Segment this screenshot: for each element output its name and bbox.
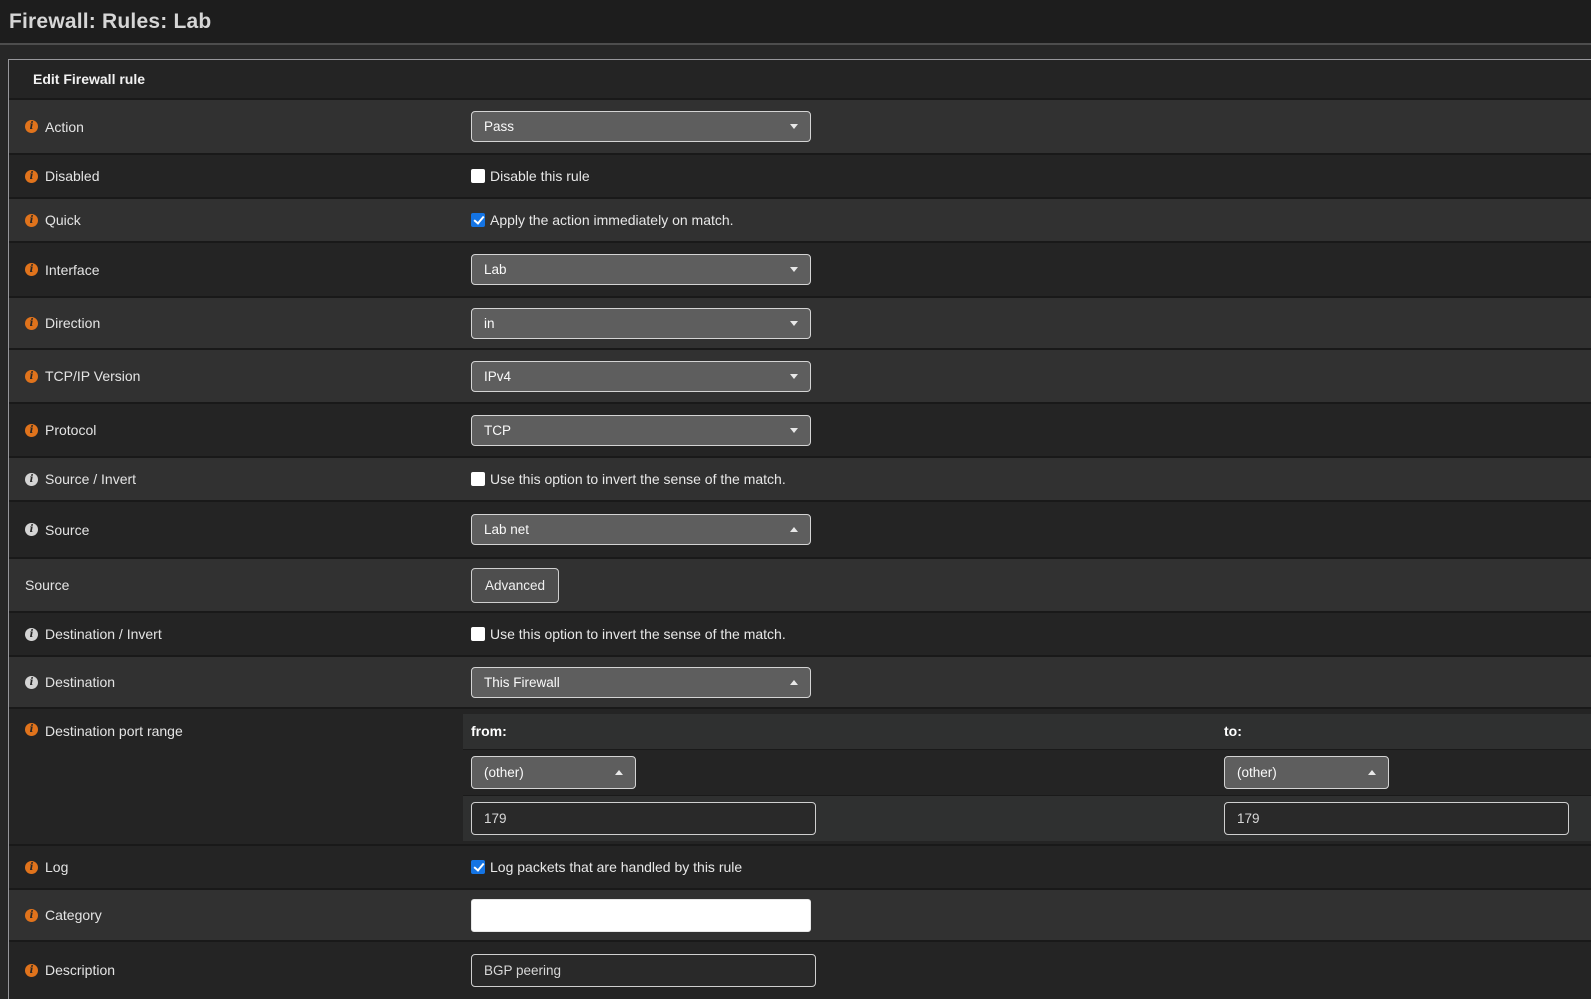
row-source: i Source Lab net (9, 500, 1591, 557)
row-quick: i Quick Apply the action immediately on … (9, 197, 1591, 241)
quick-checkbox[interactable] (471, 213, 485, 227)
destination-select[interactable]: This Firewall (471, 667, 811, 698)
info-icon[interactable]: i (25, 723, 38, 736)
row-label: Destination port range (45, 723, 183, 739)
row-label: Destination / Invert (45, 626, 162, 642)
port-range-table: from: to: (other) (other) (463, 714, 1591, 841)
row-label: Log (45, 859, 68, 875)
info-icon[interactable]: i (25, 424, 38, 437)
checkbox-label: Log packets that are handled by this rul… (490, 859, 742, 875)
row-destination: i Destination This Firewall (9, 655, 1591, 707)
info-icon[interactable]: i (25, 263, 38, 276)
info-icon[interactable]: i (25, 473, 38, 486)
info-icon[interactable]: i (25, 214, 38, 227)
advanced-button[interactable]: Advanced (471, 568, 559, 603)
row-tcpip-version: i TCP/IP Version IPv4 (9, 348, 1591, 402)
page-title: Firewall: Rules: Lab (9, 10, 211, 34)
row-label: Description (45, 962, 115, 978)
destination-invert-checkbox[interactable] (471, 627, 485, 641)
log-checkbox[interactable] (471, 860, 485, 874)
info-icon[interactable]: i (25, 170, 38, 183)
disabled-checkbox[interactable] (471, 169, 485, 183)
tcpip-version-select[interactable]: IPv4 (471, 361, 811, 392)
row-label: Destination (45, 674, 115, 690)
interface-select[interactable]: Lab (471, 254, 811, 285)
info-icon[interactable]: i (25, 120, 38, 133)
checkbox-label: Disable this rule (490, 168, 590, 184)
row-label: Source (45, 522, 89, 538)
port-from-label: from: (471, 723, 507, 739)
caret-down-icon (790, 124, 798, 129)
caret-up-icon (615, 770, 623, 775)
row-label: Disabled (45, 168, 99, 184)
row-label: Protocol (45, 422, 96, 438)
caret-up-icon (790, 527, 798, 532)
row-destination-port-range: i Destination port range from: to: (othe… (9, 707, 1591, 844)
info-icon[interactable]: i (25, 909, 38, 922)
port-from-input[interactable] (471, 802, 816, 835)
port-to-select[interactable]: (other) (1224, 756, 1389, 789)
row-category: i Category (9, 888, 1591, 940)
port-to-input[interactable] (1224, 802, 1569, 835)
info-icon[interactable]: i (25, 523, 38, 536)
row-destination-invert: i Destination / Invert Use this option t… (9, 611, 1591, 655)
source-invert-checkbox[interactable] (471, 472, 485, 486)
info-icon[interactable]: i (25, 370, 38, 383)
row-label: Direction (45, 315, 100, 331)
row-label: Source / Invert (45, 471, 136, 487)
row-label: Category (45, 907, 102, 923)
row-description: i Description (9, 940, 1591, 998)
panel-heading: Edit Firewall rule (9, 60, 1591, 98)
info-icon[interactable]: i (25, 628, 38, 641)
caret-up-icon (790, 680, 798, 685)
row-label: Quick (45, 212, 81, 228)
row-protocol: i Protocol TCP (9, 402, 1591, 456)
direction-select[interactable]: in (471, 308, 811, 339)
caret-down-icon (790, 321, 798, 326)
info-icon[interactable]: i (25, 676, 38, 689)
page-header: Firewall: Rules: Lab (0, 0, 1591, 45)
info-icon[interactable]: i (25, 317, 38, 330)
row-label: TCP/IP Version (45, 368, 140, 384)
checkbox-label: Use this option to invert the sense of t… (490, 626, 786, 642)
category-input[interactable] (471, 899, 811, 932)
caret-up-icon (1368, 770, 1376, 775)
info-icon[interactable]: i (25, 964, 38, 977)
action-select[interactable]: Pass (471, 111, 811, 142)
row-source-invert: i Source / Invert Use this option to inv… (9, 456, 1591, 500)
protocol-select[interactable]: TCP (471, 415, 811, 446)
row-label: Interface (45, 262, 99, 278)
row-log: i Log Log packets that are handled by th… (9, 844, 1591, 888)
info-icon[interactable]: i (25, 861, 38, 874)
row-interface: i Interface Lab (9, 241, 1591, 296)
row-label: Action (45, 119, 84, 135)
port-to-label: to: (1224, 723, 1242, 739)
checkbox-label: Use this option to invert the sense of t… (490, 471, 786, 487)
row-disabled: i Disabled Disable this rule (9, 153, 1591, 197)
row-action: i Action Pass (9, 98, 1591, 153)
description-input[interactable] (471, 954, 816, 987)
row-direction: i Direction in (9, 296, 1591, 348)
caret-down-icon (790, 374, 798, 379)
source-select[interactable]: Lab net (471, 514, 811, 545)
checkbox-label: Apply the action immediately on match. (490, 212, 734, 228)
edit-firewall-rule-panel: Edit Firewall rule i Action Pass i Disab… (8, 59, 1591, 999)
caret-down-icon (790, 428, 798, 433)
row-source-advanced: Source Advanced (9, 557, 1591, 611)
caret-down-icon (790, 267, 798, 272)
port-from-select[interactable]: (other) (471, 756, 636, 789)
row-label: Source (25, 577, 69, 593)
